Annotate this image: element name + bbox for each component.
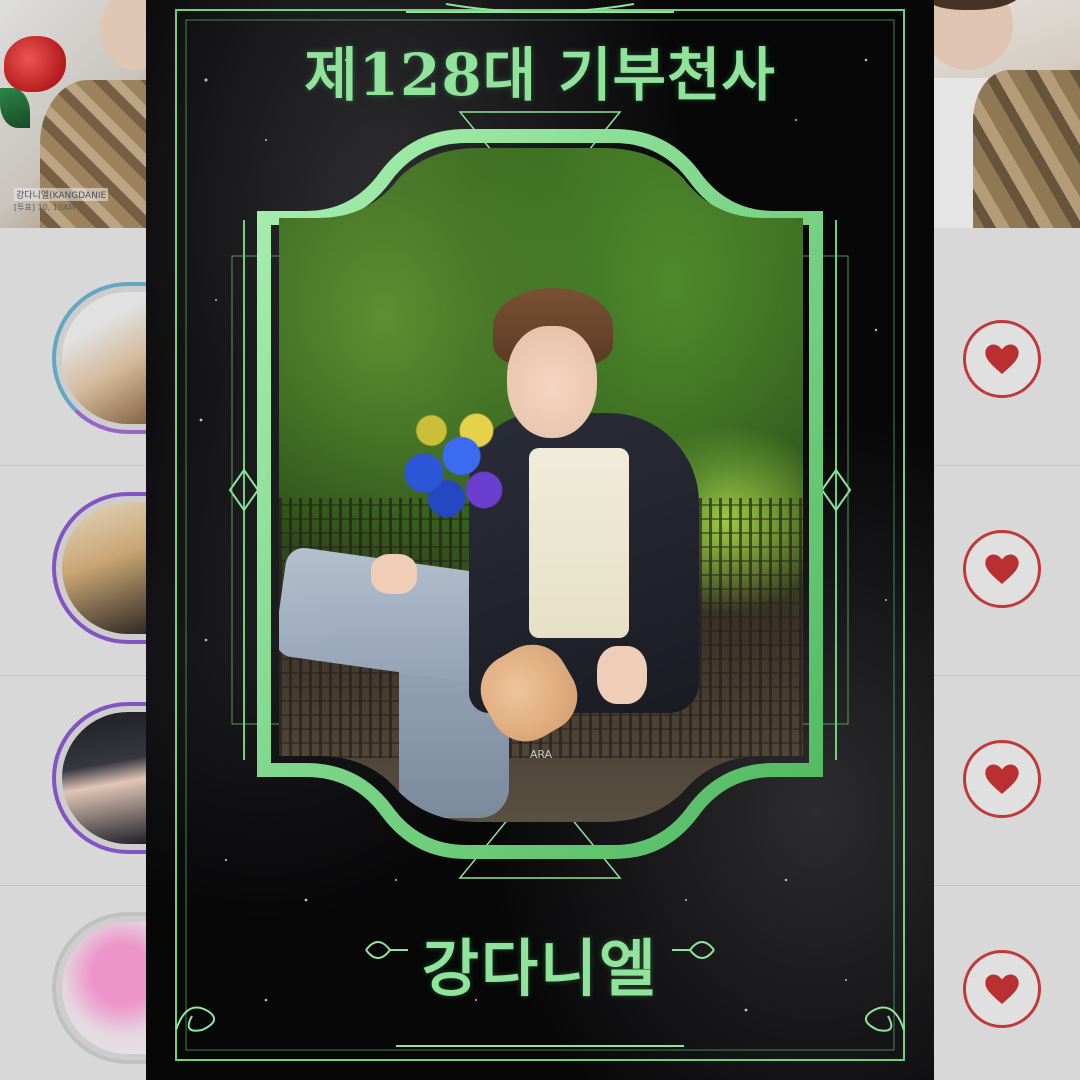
row-divider (0, 675, 148, 676)
row-divider (0, 465, 148, 466)
photo-watermark: ARA (529, 748, 553, 761)
poster-title: 제128대 기부천사 (304, 41, 776, 109)
rose-image (4, 36, 66, 92)
row-divider (0, 885, 148, 886)
list-item-avatar[interactable] (52, 702, 148, 854)
right-banner-image (933, 0, 1080, 228)
left-banner-image: 강다니엘(KANGDANIE [투표] 10, 10AM ~ (0, 0, 148, 228)
donation-angel-poster[interactable]: 제128대 기부천사 ARA 강다니엘 (146, 0, 934, 1080)
like-button[interactable] (963, 740, 1041, 818)
heart-icon (985, 344, 1019, 374)
like-button[interactable] (963, 530, 1041, 608)
list-item-avatar[interactable] (52, 912, 148, 1064)
heart-icon (985, 764, 1019, 794)
row-divider (934, 675, 1080, 676)
artist-name: 강다니엘 (421, 932, 659, 1005)
row-divider (934, 885, 1080, 886)
heart-icon (985, 554, 1019, 584)
row-divider (934, 465, 1080, 466)
like-button[interactable] (963, 320, 1041, 398)
banner-caption-meta: [투표] 10, 10AM ~ (14, 203, 85, 212)
heart-icon (985, 974, 1019, 1004)
list-item-avatar[interactable] (52, 492, 148, 644)
banner-caption-name: 강다니엘(KANGDANIE (14, 188, 109, 201)
artist-photo: ARA (279, 148, 803, 822)
like-button[interactable] (963, 950, 1041, 1028)
list-item-avatar[interactable] (52, 282, 148, 434)
flower-bouquet (379, 388, 529, 558)
